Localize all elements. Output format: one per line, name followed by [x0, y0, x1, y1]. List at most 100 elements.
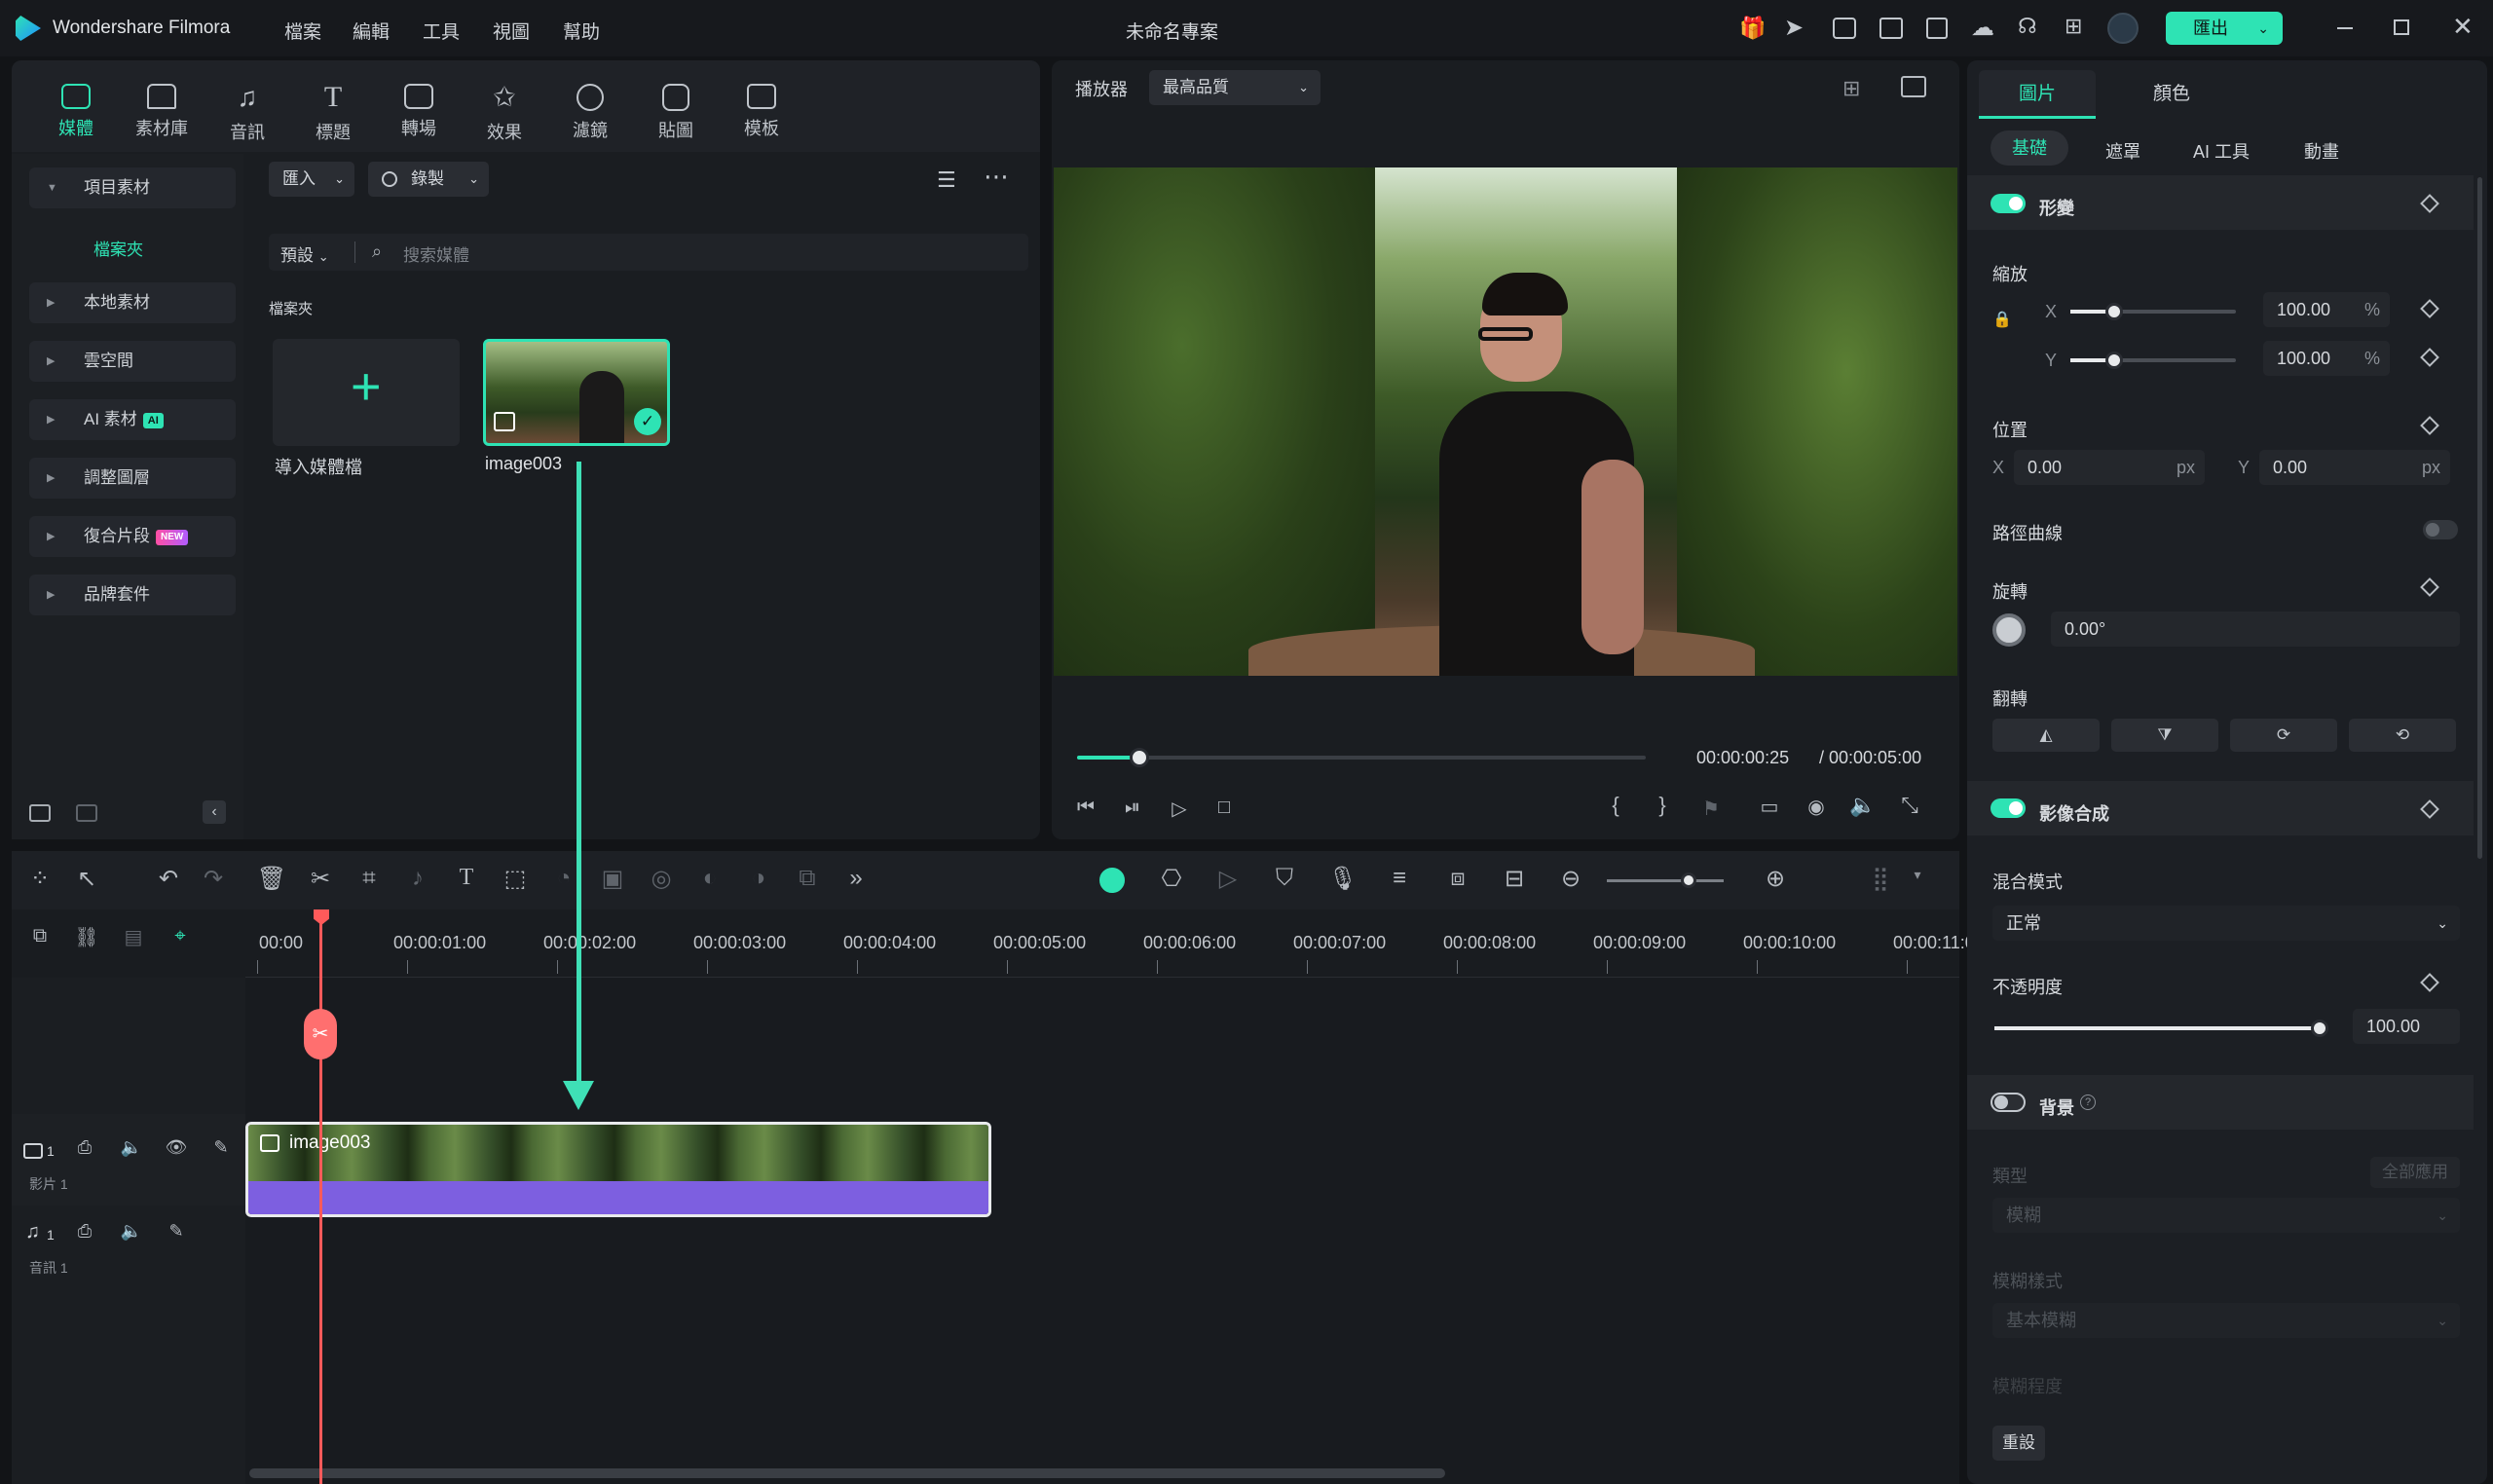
toolbar-filters[interactable]: 濾鏡 [561, 84, 619, 142]
opacity-input[interactable]: 100.00 [2353, 1009, 2460, 1044]
play-icon[interactable]: ▷ [1163, 797, 1196, 821]
lock-icon[interactable]: ⎙ [68, 1221, 101, 1242]
slider-handle[interactable] [2311, 1020, 2328, 1037]
layout-icon[interactable] [1879, 18, 1903, 39]
sidebar-item-folder[interactable]: 檔案夾 [93, 236, 143, 260]
gift-icon[interactable]: 🎁 [1739, 16, 1766, 41]
keyframe-diamond-icon[interactable] [2420, 348, 2439, 367]
sidebar-item-adjustment[interactable]: ▶ 調整圖層 [29, 458, 236, 499]
toolbar-media[interactable]: 媒體 [47, 84, 105, 140]
save-icon[interactable] [1926, 18, 1948, 39]
keyframe-diamond-icon[interactable] [2420, 416, 2439, 435]
track-hide-icon[interactable]: ✎ [160, 1221, 193, 1242]
camera-icon[interactable]: ◉ [1800, 795, 1833, 819]
toolbar-audio[interactable]: ♫ 音訊 [218, 84, 277, 144]
background-toggle[interactable] [1991, 1093, 2026, 1112]
rotate-ccw-button[interactable]: ⟲ [2349, 719, 2456, 752]
add-track-icon[interactable]: ⧉ [23, 925, 56, 947]
auto-beat-icon[interactable]: ⎔ [1155, 865, 1188, 893]
menu-file[interactable]: 檔案 [284, 18, 321, 44]
audio-edit-icon[interactable]: ♪ [401, 865, 434, 892]
shield-icon[interactable]: ⛉ [1268, 865, 1301, 892]
slider-handle[interactable] [2105, 352, 2123, 369]
chevron-down-icon[interactable]: ⌄ [2257, 12, 2269, 45]
mark-out-icon[interactable]: } [1646, 793, 1679, 818]
scale-x-input[interactable]: 100.00% [2263, 292, 2390, 327]
export-button[interactable]: 匯出 ⌄ [2166, 12, 2283, 45]
zoom-in-icon[interactable]: ⊕ [1759, 865, 1792, 893]
transform-toggle[interactable] [1991, 194, 2026, 213]
stop-icon[interactable]: □ [1208, 797, 1241, 819]
transform-icon[interactable]: ⬚ [499, 865, 532, 893]
restore-icon[interactable] [2394, 19, 2409, 35]
stabilize-icon[interactable]: ◎ [645, 865, 678, 893]
playback-scrubber[interactable] [1077, 748, 1646, 767]
sidebar-item-compound[interactable]: ▶ 復合片段 NEW [29, 516, 236, 557]
blur-style-dropdown[interactable]: 基本模糊 ⌄ [1992, 1303, 2460, 1338]
rotate-cw-button[interactable]: ⟳ [2230, 719, 2337, 752]
track-volume-icon[interactable]: 🔈 [115, 1137, 148, 1158]
text-icon[interactable]: T [450, 865, 483, 891]
video-preview[interactable] [1054, 167, 1957, 676]
sidebar-item-project-media[interactable]: ▼ 項目素材 [29, 167, 236, 208]
properties-scrollbar[interactable] [2477, 177, 2482, 859]
sidebar-item-brand[interactable]: ▶ 品牌套件 [29, 575, 236, 615]
ai-text-icon[interactable]: ▣ [596, 865, 629, 893]
tab-image[interactable]: 圖片 [1979, 70, 2096, 119]
slider-handle[interactable] [2105, 303, 2123, 320]
menu-edit[interactable]: 編輯 [353, 18, 390, 44]
timeline-clip[interactable]: image003 [245, 1122, 991, 1217]
timeline-scrollbar[interactable] [249, 1468, 1445, 1478]
toolbar-transitions[interactable]: 轉場 [390, 84, 448, 140]
track-hide-icon[interactable]: ✎ [205, 1137, 238, 1158]
mic-icon[interactable]: 🎙 [1326, 865, 1359, 893]
replace-icon[interactable]: ⧈ [1441, 865, 1474, 892]
search-input[interactable]: 搜索媒體 [403, 241, 469, 266]
subtab-animation[interactable]: 動畫 [2304, 138, 2339, 164]
rotate-input[interactable]: 0.00° [2051, 612, 2460, 647]
playhead-line[interactable] [319, 913, 322, 1484]
menu-view[interactable]: 視圖 [493, 18, 530, 44]
support-icon[interactable]: ☊ [2018, 14, 2037, 39]
delete-icon[interactable]: 🗑 [255, 865, 288, 893]
path-curve-toggle[interactable] [2423, 520, 2458, 539]
chevron-down-icon[interactable]: ▾ [1901, 867, 1934, 883]
sort-dropdown[interactable]: 預設 ⌄ [280, 241, 329, 266]
reset-button[interactable]: 重設 [1992, 1426, 2045, 1461]
assets-icon[interactable] [1833, 18, 1856, 39]
keyframe-diamond-icon[interactable] [2420, 299, 2439, 318]
sidebar-item-ai[interactable]: ▶ AI 素材 AI [29, 399, 236, 440]
play-pause-icon[interactable]: ⏯ [1116, 797, 1149, 819]
folder-icon[interactable] [76, 804, 97, 822]
collapse-sidebar-button[interactable]: ‹ [203, 800, 226, 824]
more-options-icon[interactable]: ⋯ [984, 162, 1009, 192]
playhead-scissors-icon[interactable]: ✂ [304, 1009, 337, 1059]
scale-x-slider[interactable] [2070, 303, 2236, 320]
prev-frame-icon[interactable]: ⏮ [1069, 797, 1102, 819]
opacity-slider[interactable] [1994, 1020, 2328, 1037]
record-dropdown[interactable]: 錄製 ⌄ [368, 162, 489, 197]
scrubber-handle[interactable] [1130, 748, 1150, 767]
scale-y-input[interactable]: 100.00% [2263, 341, 2390, 376]
scale-y-slider[interactable] [2070, 352, 2236, 369]
toolbar-titles[interactable]: T 標題 [304, 83, 362, 144]
subtab-mask[interactable]: 遮罩 [2105, 138, 2140, 164]
fullscreen-icon[interactable]: ⤡ [1893, 793, 1926, 818]
rotate-dial[interactable] [1992, 613, 2026, 647]
quality-dropdown[interactable]: 最高品質 ⌄ [1149, 70, 1321, 105]
zoom-handle[interactable] [1681, 872, 1696, 888]
lock-icon[interactable]: ⎙ [68, 1137, 101, 1158]
zoom-out-icon[interactable]: ⊖ [1554, 865, 1587, 893]
mask-icon[interactable]: ◐ [693, 865, 726, 892]
crop-icon[interactable]: ⌗ [353, 865, 386, 892]
menu-help[interactable]: 幫助 [563, 18, 600, 44]
scale-lock-icon[interactable]: 🔒 [1992, 310, 2012, 329]
position-x-input[interactable]: 0.00 px [2014, 450, 2205, 485]
subtab-ai-tools[interactable]: AI 工具 [2193, 138, 2250, 164]
snapshot-view-icon[interactable] [1901, 76, 1926, 97]
more-tools-icon[interactable]: » [839, 865, 873, 892]
sidebar-item-local[interactable]: ▶ 本地素材 [29, 282, 236, 323]
toolbar-effects[interactable]: ✩ 效果 [475, 84, 534, 144]
undo-icon[interactable]: ↶ [152, 865, 185, 893]
import-dropdown[interactable]: 匯入 ⌄ [269, 162, 354, 197]
